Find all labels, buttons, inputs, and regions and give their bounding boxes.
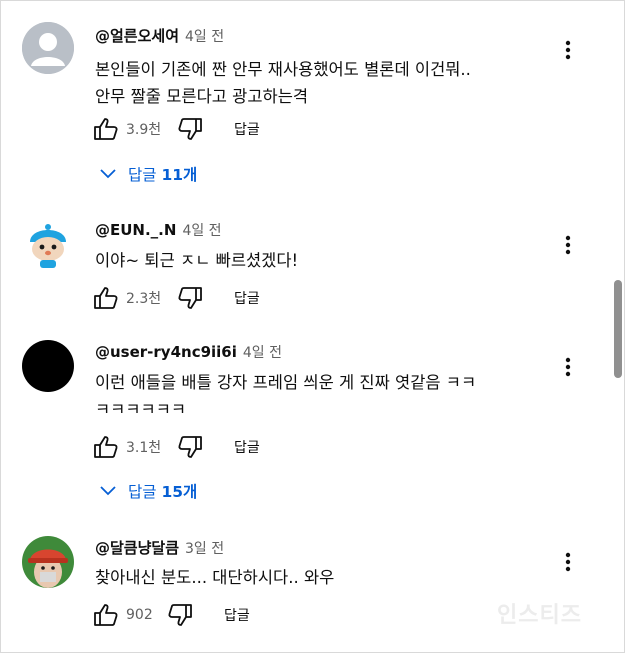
comment-text: 찾아내신 분도... 대단하시다.. 와우 <box>95 564 334 591</box>
comment-timestamp[interactable]: 4일 전 <box>182 223 221 239</box>
reply-button[interactable]: 답글 <box>234 288 260 308</box>
comment-text: 이야~ 퇴근 ㅈㄴ 빠르셨겠다! <box>95 247 298 274</box>
comment-actions: 3.1천 답글 <box>92 433 260 461</box>
dislike-icon <box>168 604 192 626</box>
more-actions-button[interactable] <box>556 233 580 257</box>
like-icon <box>94 604 118 626</box>
comment-text: 이런 애들을 배틀 강자 프레임 씌운 게 진짜 엿같음 ㅋㅋ ㅋㅋㅋㅋㅋㅋ <box>95 369 476 423</box>
like-button[interactable] <box>92 284 120 312</box>
comment-timestamp[interactable]: 4일 전 <box>243 345 282 361</box>
dislike-icon <box>178 287 202 309</box>
like-count: 3.9천 <box>126 122 162 138</box>
more-actions-button[interactable] <box>556 550 580 574</box>
comment-author[interactable]: @EUN._.N <box>95 221 176 239</box>
like-icon <box>94 118 118 140</box>
dislike-button[interactable] <box>176 284 204 312</box>
chevron-down-icon <box>100 169 116 179</box>
replies-label: 답글 <box>128 166 157 184</box>
view-replies-button[interactable]: 답글 15개 <box>100 478 197 504</box>
more-vert-icon <box>565 40 571 60</box>
avatar[interactable] <box>22 218 74 270</box>
like-count: 902 <box>126 607 153 623</box>
reply-button[interactable]: 답글 <box>234 437 260 457</box>
replies-count: 11개 <box>161 166 198 184</box>
avatar[interactable] <box>22 340 74 392</box>
comment-text: 본인들이 기존에 짠 안무 재사용했어도 별론데 이건뭐.. 안무 짤줄 모른다… <box>95 56 471 110</box>
comment-timestamp[interactable]: 3일 전 <box>185 541 224 557</box>
comment-author[interactable]: @달큼냥달큼 <box>95 539 179 557</box>
dislike-icon <box>178 436 202 458</box>
cap-avatar-icon <box>22 536 74 588</box>
reply-button[interactable]: 답글 <box>224 605 250 625</box>
avatar[interactable] <box>22 22 74 74</box>
comment-actions: 2.3천 답글 <box>92 284 260 312</box>
comment-line: 이런 애들을 배틀 강자 프레임 씌운 게 진짜 엿같음 ㅋㅋ <box>95 373 477 392</box>
like-button[interactable] <box>92 601 120 629</box>
comment-author[interactable]: @얼른오세여 <box>95 27 179 45</box>
chevron-down-icon <box>100 486 116 496</box>
default-avatar-icon <box>22 22 74 74</box>
comment-line: 찾아내신 분도... 대단하시다.. 와우 <box>95 568 335 587</box>
comment-line: ㅋㅋㅋㅋㅋㅋ <box>95 400 187 419</box>
comment-line: 이야~ 퇴근 ㅈㄴ 빠르셨겠다! <box>95 251 299 270</box>
avatar[interactable] <box>22 536 74 588</box>
more-actions-button[interactable] <box>556 355 580 379</box>
watermark: 인스티즈 <box>497 603 582 628</box>
dislike-icon <box>178 118 202 140</box>
dislike-button[interactable] <box>166 601 194 629</box>
comment-timestamp[interactable]: 4일 전 <box>185 29 224 45</box>
comment-actions: 902 답글 <box>92 601 250 629</box>
scrollbar-thumb[interactable] <box>614 280 622 378</box>
like-count: 3.1천 <box>126 440 162 456</box>
dislike-button[interactable] <box>176 433 204 461</box>
more-vert-icon <box>565 235 571 255</box>
like-button[interactable] <box>92 115 120 143</box>
comment-author[interactable]: @user-ry4nc9ii6i <box>95 343 237 361</box>
comment-actions: 3.9천 답글 <box>92 115 260 143</box>
more-actions-button[interactable] <box>556 38 580 62</box>
like-count: 2.3천 <box>126 291 162 307</box>
comment-line: 안무 짤줄 모른다고 광고하는격 <box>95 87 309 106</box>
comment-line: 본인들이 기존에 짠 안무 재사용했어도 별론데 이건뭐.. <box>95 60 471 79</box>
pocoyo-avatar-icon <box>22 218 74 270</box>
reply-button[interactable]: 답글 <box>234 119 260 139</box>
replies-label: 답글 <box>128 483 157 501</box>
replies-count: 15개 <box>161 483 198 501</box>
dislike-button[interactable] <box>176 115 204 143</box>
like-button[interactable] <box>92 433 120 461</box>
like-icon <box>94 436 118 458</box>
like-icon <box>94 287 118 309</box>
more-vert-icon <box>565 357 571 377</box>
view-replies-button[interactable]: 답글 11개 <box>100 161 197 187</box>
more-vert-icon <box>565 552 571 572</box>
